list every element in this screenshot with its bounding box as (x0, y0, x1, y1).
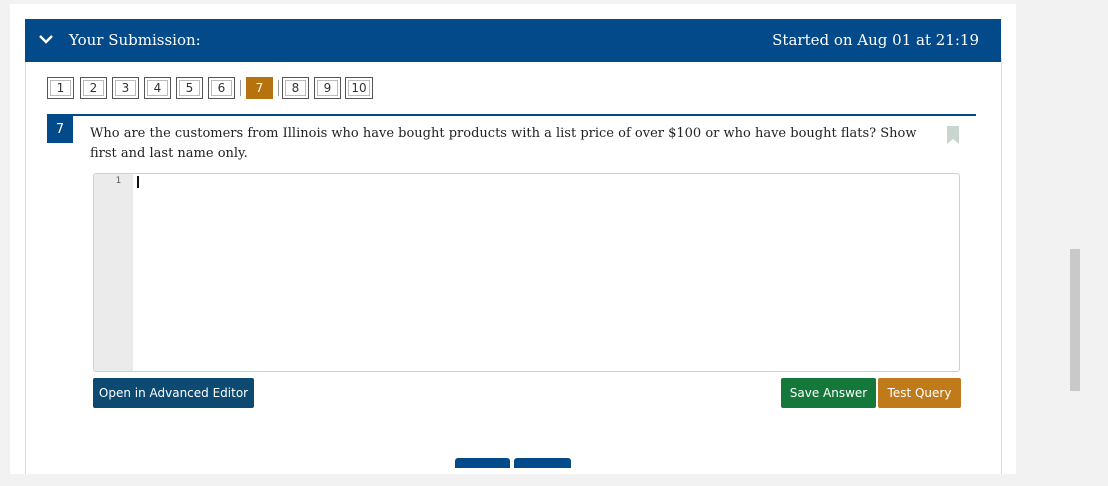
question-number-badge: 7 (47, 116, 73, 143)
nav-separator (240, 80, 241, 96)
question-button-9[interactable]: 9 (314, 77, 341, 99)
submission-title: Your Submission: (69, 31, 201, 49)
text-cursor (137, 176, 139, 188)
question-button-5[interactable]: 5 (176, 77, 203, 99)
started-timestamp: Started on Aug 01 at 21:19 (772, 31, 979, 49)
line-number-gutter: 1 (94, 174, 133, 371)
question-button-7[interactable]: 7 (246, 77, 273, 99)
question-button-2[interactable]: 2 (80, 77, 107, 99)
question-button-3[interactable]: 3 (112, 77, 139, 99)
bookmark-icon[interactable] (947, 126, 959, 144)
sql-editor[interactable]: 1 (93, 173, 960, 372)
question-button-10[interactable]: 10 (345, 77, 373, 99)
question-button-8[interactable]: 8 (282, 77, 309, 99)
line-number: 1 (115, 176, 121, 186)
question-text: Who are the customers from Illinois who … (90, 126, 917, 161)
chevron-down-icon[interactable] (38, 31, 54, 47)
scrollbar-thumb[interactable] (1070, 249, 1080, 391)
submission-header[interactable]: Your Submission: Started on Aug 01 at 21… (25, 19, 1001, 62)
save-answer-button[interactable]: Save Answer (781, 378, 876, 408)
question-button-6[interactable]: 6 (208, 77, 235, 99)
next-button[interactable] (514, 458, 571, 468)
test-query-button[interactable]: Test Query (878, 378, 961, 408)
question-button-1[interactable]: 1 (47, 77, 74, 99)
question-divider (47, 114, 976, 116)
open-advanced-editor-button[interactable]: Open in Advanced Editor (93, 378, 254, 408)
previous-button[interactable] (455, 458, 510, 468)
nav-separator (278, 80, 279, 96)
question-button-4[interactable]: 4 (144, 77, 171, 99)
